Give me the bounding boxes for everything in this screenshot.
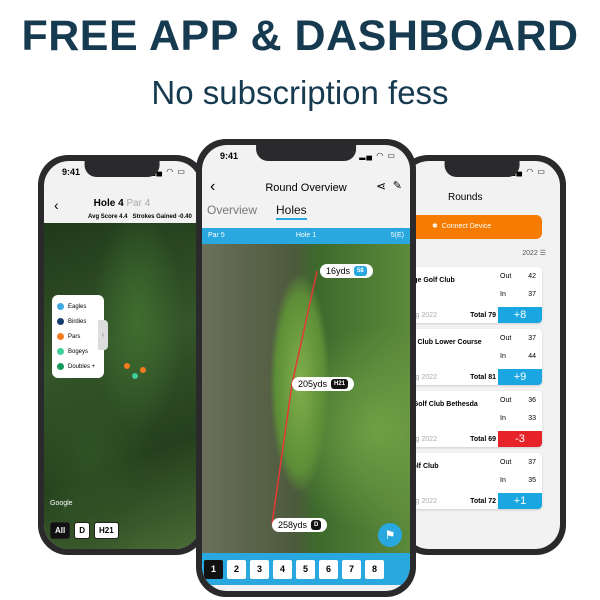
phone-round-overview: 9:41 ▂▄ ◠ ▭ ‹ Round Overview ⋖ ✎ Overvie… (196, 139, 416, 597)
flag-button[interactable]: ⚑ (378, 523, 402, 547)
round-total: Total 72 (470, 498, 496, 505)
filter-all[interactable]: All (50, 522, 71, 539)
year-filter[interactable]: 2022 (522, 250, 538, 257)
shot-legend: Eagles Birdies Pars Bogeys Doubles + (52, 295, 104, 378)
legend-item: Bogeys (57, 344, 99, 359)
hole-button-6[interactable]: 6 (319, 560, 338, 579)
score-badge: +1 (498, 493, 542, 509)
out-score: 42 (528, 273, 536, 280)
round-card[interactable]: s Golf Club Bethesda Out 36 In 33 Aug 2022… (404, 391, 542, 447)
avg-score: Avg Score 4.4 (88, 214, 128, 220)
in-score: 35 (528, 477, 536, 484)
collapse-legend-button[interactable]: ‹ (98, 320, 108, 350)
phone-hole-stats: 9:41 ▂▄ ◠ ▭ ‹ Hole 4 Par 4 Avg Score 4.4… (38, 155, 206, 555)
round-total: Total 69 (470, 436, 496, 443)
round-card[interactable]: olf Club Lower Course Out 37 In 44 Aug 202… (404, 329, 542, 385)
distance-marker: 205yds H21 (292, 377, 355, 391)
score-badge: -3 (498, 431, 542, 447)
out-score: 36 (528, 397, 536, 404)
headline: FREE APP & DASHBOARD (21, 12, 579, 60)
score-badge: +8 (498, 307, 542, 323)
legend-swatch (57, 303, 64, 310)
legend-item: Doubles + (57, 359, 99, 374)
shot-path (271, 270, 318, 525)
shot-filters: All D H21 (50, 520, 123, 539)
out-score: 37 (528, 335, 536, 342)
hole-button-2[interactable]: 2 (227, 560, 246, 579)
legend-item: Eagles (57, 299, 99, 314)
course-name: olf Club Lower Course (407, 339, 482, 346)
legend-swatch (57, 348, 64, 355)
legend-swatch (57, 363, 64, 370)
bar-hole: Hole 1 (295, 232, 317, 239)
filter-h21[interactable]: H21 (94, 522, 119, 539)
strokes-gained: Strokes Gained -0.40 (132, 214, 192, 220)
hole-button-4[interactable]: 4 (273, 560, 292, 579)
hole-map[interactable]: Eagles Birdies Pars Bogeys Doubles + ‹ G… (44, 223, 200, 549)
in-score: 44 (528, 353, 536, 360)
in-score: 33 (528, 415, 536, 422)
rounds-title: Rounds (448, 192, 483, 203)
hole-button-7[interactable]: 7 (342, 560, 361, 579)
hole-info-bar: Par 5 Hole 1 5(E) (202, 228, 410, 244)
status-time: 9:41 (220, 151, 239, 161)
hole-map[interactable]: 16yds 58 205yds H21 258yds D ⚑ (202, 244, 410, 553)
distance-marker: 16yds 58 (320, 264, 373, 278)
round-total: Total 79 (470, 312, 496, 319)
filter-icon[interactable]: ☰ (540, 250, 546, 257)
round-card[interactable]: Golf Club Out 37 In 35 Aug 2022 Total 72 +… (404, 453, 542, 509)
hole-button-5[interactable]: 5 (296, 560, 315, 579)
map-credit: Google (50, 500, 73, 507)
status-time: 9:41 (62, 167, 81, 177)
status-icons: ▂▄ ◠ ▭ (359, 151, 396, 160)
round-card[interactable]: idge Golf Club Out 42 In 37 Aug 2022 Total… (404, 267, 542, 323)
phone-rounds: ▂▄ ◠ ▭ Rounds ✱ Connect Device 2022 ☰ id… (398, 155, 566, 555)
course-name: s Golf Club Bethesda (407, 401, 478, 408)
bluetooth-icon: ✱ (432, 223, 438, 230)
out-score: 37 (528, 459, 536, 466)
distance-marker: 258yds D (272, 518, 328, 532)
edit-icon[interactable]: ✎ (393, 179, 402, 192)
tab-holes[interactable]: Holes (276, 203, 307, 220)
hole-selector: 12345678 (202, 553, 410, 585)
score-badge: +9 (498, 369, 542, 385)
hole-button-1[interactable]: 1 (204, 560, 223, 579)
hole-title: Hole 4 (93, 198, 124, 209)
share-icon[interactable]: ⋖ (376, 179, 386, 193)
legend-swatch (57, 333, 64, 340)
connect-device-button[interactable]: ✱ Connect Device (404, 215, 542, 239)
filter-d[interactable]: D (74, 522, 91, 539)
in-score: 37 (528, 291, 536, 298)
round-total: Total 81 (470, 374, 496, 381)
legend-item: Birdies (57, 314, 99, 329)
legend-item: Pars (57, 329, 99, 344)
hole-button-8[interactable]: 8 (365, 560, 384, 579)
subheadline: No subscription fess (151, 74, 449, 111)
bar-score: 5(E) (390, 232, 404, 239)
par-label: Par 4 (126, 198, 151, 209)
tab-overview[interactable]: Overview (207, 203, 257, 217)
hole-button-3[interactable]: 3 (250, 560, 269, 579)
legend-swatch (57, 318, 64, 325)
